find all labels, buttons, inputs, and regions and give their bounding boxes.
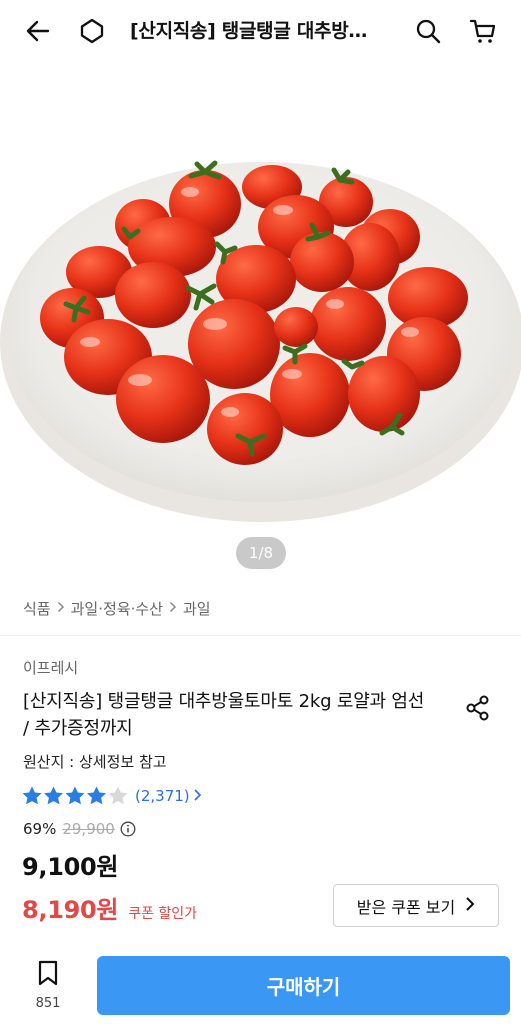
breadcrumb-item[interactable]: 과일 (183, 598, 211, 619)
page-title: [산지직송] 탱글탱글 대추방울토마토 2kg 로얄과 엄선 / 추가증정까지 (130, 20, 376, 42)
chevron-right-icon (193, 787, 202, 806)
coupon-price-row: 8,190원 쿠폰 할인가 (22, 890, 197, 925)
coupon-price-label: 쿠폰 할인가 (128, 906, 198, 922)
brand-name[interactable]: 이프레시 (23, 657, 78, 678)
info-icon[interactable] (120, 821, 136, 837)
origin-info: 원산지 : 상세정보 참고 (23, 753, 167, 771)
rating-row[interactable]: (2,371) (21, 785, 202, 807)
chevron-right-icon (169, 601, 177, 617)
breadcrumb-item[interactable]: 과일·정육·수산 (71, 598, 163, 619)
chevron-right-icon (57, 601, 65, 617)
original-price: 29,900 (62, 820, 115, 838)
star-rating-icon (22, 786, 128, 805)
discount-rate: 69% (23, 820, 57, 838)
sale-price: 9,100원 (22, 853, 119, 881)
back-arrow-icon[interactable] (20, 13, 56, 49)
search-icon[interactable] (410, 13, 446, 49)
bottom-action-bar: 851 구매하기 (0, 945, 521, 1024)
view-coupons-button[interactable]: 받은 쿠폰 보기 (333, 884, 499, 927)
cart-icon[interactable] (465, 13, 501, 49)
view-coupons-label: 받은 쿠폰 보기 (356, 897, 456, 917)
wishlist-count: 851 (35, 996, 61, 1011)
chevron-right-icon (465, 896, 475, 916)
top-bar: [산지직송] 탱글탱글 대추방울토마토 2kg 로얄과 엄선 / 추가증정까지 (0, 0, 521, 62)
buy-button[interactable]: 구매하기 (97, 956, 510, 1015)
product-title: [산지직송] 탱글탱글 대추방울토마토 2kg 로얄과 엄선 / 추가증정까지 (23, 691, 425, 739)
coupon-price: 8,190원 (22, 896, 119, 924)
breadcrumb: 식품 과일·정육·수산 과일 (23, 598, 211, 619)
share-icon[interactable] (462, 692, 494, 724)
image-pager: 1/8 (236, 537, 286, 569)
discount-row: 69% 29,900 (23, 820, 136, 838)
section-divider (0, 635, 521, 636)
product-image[interactable] (0, 62, 521, 586)
tomato-plate-illustration (0, 160, 521, 522)
rating-stars (21, 785, 129, 807)
bookmark-icon (37, 960, 59, 990)
review-count[interactable]: (2,371) (135, 787, 190, 805)
home-icon[interactable] (74, 13, 110, 49)
breadcrumb-item[interactable]: 식품 (23, 598, 51, 619)
wishlist-button[interactable]: 851 (20, 960, 76, 1016)
